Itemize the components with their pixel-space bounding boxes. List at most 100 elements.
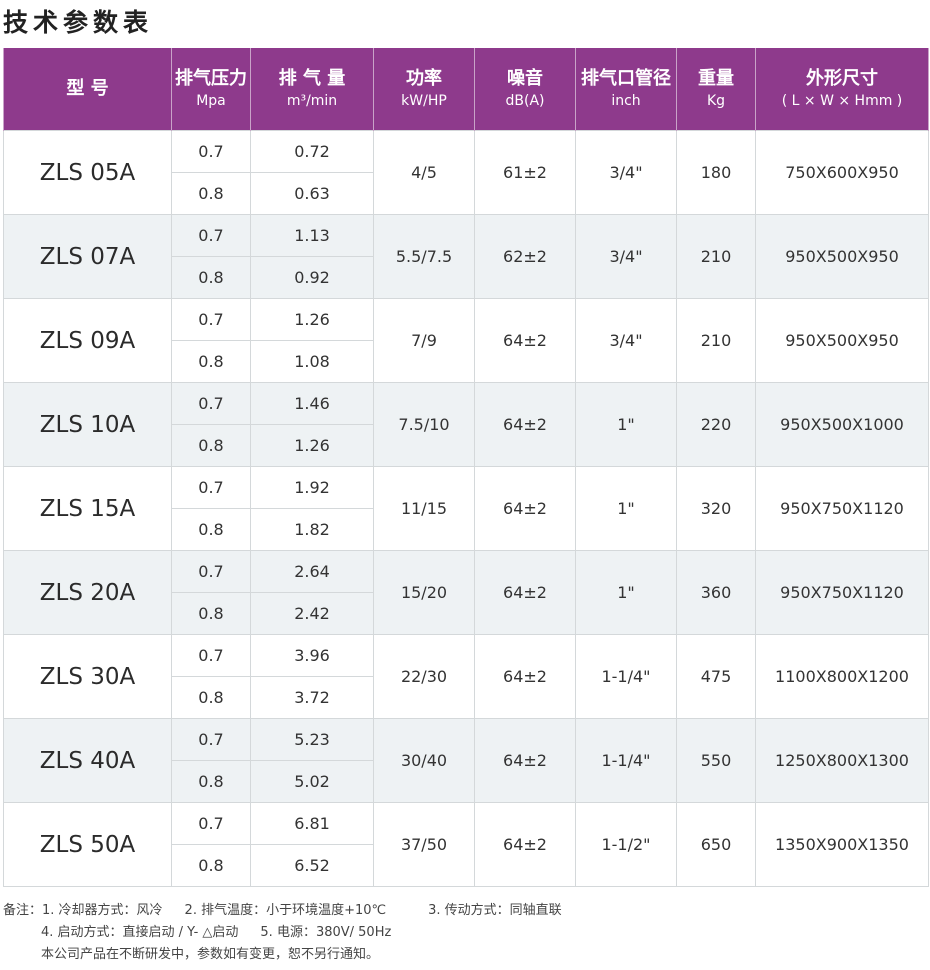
header-model: 型 号	[3, 48, 172, 131]
power-cell: 7.5/10	[373, 382, 475, 467]
model-cell: ZLS 40A	[3, 718, 172, 803]
air-flow-cell: 1.82	[250, 508, 374, 551]
model-cell: ZLS 30A	[3, 634, 172, 719]
table-row: ZLS 30A 0.7 3.96 22/30 64±2 1-1/4" 475 1100X800…	[3, 634, 929, 719]
power-cell: 7/9	[373, 298, 475, 383]
air-flow-cell: 6.81	[250, 802, 374, 845]
header-power: 功率 kW/HP	[373, 48, 475, 131]
outlet-pipe-cell: 1"	[575, 382, 677, 467]
air-flow-cell: 5.02	[250, 760, 374, 803]
header-outlet-pipe-unit: inch	[611, 93, 641, 109]
noise-cell: 61±2	[474, 130, 576, 215]
table-body: ZLS 05A 0.7 0.72 4/5 61±2 3/4" 180 750X600X950 0…	[3, 130, 929, 887]
outlet-pipe-cell: 1-1/2"	[575, 802, 677, 887]
model-cell: ZLS 10A	[3, 382, 172, 467]
air-flow-cell: 1.13	[250, 214, 374, 257]
model-cell: ZLS 05A	[3, 130, 172, 215]
air-flow-cell: 2.64	[250, 550, 374, 593]
header-pressure-label: 排气压力	[175, 68, 247, 89]
power-cell: 15/20	[373, 550, 475, 635]
header-outlet-pipe: 排气口管径 inch	[575, 48, 677, 131]
notes-disclaimer: 本公司产品在不断研发中，参数如有变更，恕不另行通知。	[41, 947, 380, 962]
dimensions-cell: 1250X800X1300	[755, 718, 929, 803]
power-cell: 4/5	[373, 130, 475, 215]
weight-cell: 650	[676, 802, 756, 887]
pressure-cell: 0.7	[171, 130, 251, 173]
header-pressure-unit: Mpa	[196, 93, 226, 109]
dimensions-cell: 950X500X1000	[755, 382, 929, 467]
power-cell: 37/50	[373, 802, 475, 887]
dimensions-cell: 1350X900X1350	[755, 802, 929, 887]
header-model-label: 型 号	[66, 78, 109, 99]
pressure-cell: 0.7	[171, 298, 251, 341]
weight-cell: 220	[676, 382, 756, 467]
air-flow-cell: 3.72	[250, 676, 374, 719]
pressure-cell: 0.8	[171, 340, 251, 383]
header-dimensions-label: 外形尺寸	[806, 68, 878, 89]
dimensions-cell: 950X750X1120	[755, 466, 929, 551]
note-power-supply: 5. 电源：380V/ 50Hz	[260, 925, 392, 940]
note-start-mode: 4. 启动方式：直接启动 / Y- △启动	[41, 925, 239, 940]
table-row: ZLS 05A 0.7 0.72 4/5 61±2 3/4" 180 750X600X950	[3, 130, 929, 215]
model-cell: ZLS 07A	[3, 214, 172, 299]
dimensions-cell: 950X500X950	[755, 298, 929, 383]
outlet-pipe-cell: 3/4"	[575, 214, 677, 299]
power-cell: 11/15	[373, 466, 475, 551]
pressure-cell: 0.7	[171, 382, 251, 425]
pressure-cell: 0.7	[171, 634, 251, 677]
header-power-unit: kW/HP	[401, 93, 447, 109]
header-noise-label: 噪音	[507, 68, 543, 89]
pressure-cell: 0.8	[171, 844, 251, 887]
dimensions-cell: 950X750X1120	[755, 550, 929, 635]
notes-line-2: 4. 启动方式：直接启动 / Y- △启动 5. 电源：380V/ 50Hz	[3, 922, 584, 944]
weight-cell: 360	[676, 550, 756, 635]
note-exhaust-temp: 2. 排气温度：小于环境温度+10℃	[184, 903, 387, 918]
header-weight-label: 重量	[698, 68, 734, 89]
air-flow-cell: 1.26	[250, 424, 374, 467]
note-drive: 3. 传动方式：同轴直联	[428, 903, 562, 918]
air-flow-cell: 1.92	[250, 466, 374, 509]
air-flow-cell: 1.46	[250, 382, 374, 425]
model-cell: ZLS 15A	[3, 466, 172, 551]
air-flow-cell: 3.96	[250, 634, 374, 677]
model-cell: ZLS 20A	[3, 550, 172, 635]
air-flow-cell: 2.42	[250, 592, 374, 635]
header-air-flow-unit: m³/min	[286, 93, 338, 109]
table-row: ZLS 15A 0.7 1.92 11/15 64±2 1" 320 950X750X1120	[3, 466, 929, 551]
spec-table: 型 号 排气压力 Mpa 排 气 量 m³/min 功率 kW/HP 噪音 dB(A) 排气口管径…	[3, 48, 929, 887]
table-row: ZLS 50A 0.7 6.81 37/50 64±2 1-1/2" 650 1350X900…	[3, 802, 929, 887]
model-cell: ZLS 09A	[3, 298, 172, 383]
dimensions-cell: 1100X800X1200	[755, 634, 929, 719]
pressure-cell: 0.8	[171, 676, 251, 719]
pressure-cell: 0.7	[171, 214, 251, 257]
outlet-pipe-cell: 1-1/4"	[575, 634, 677, 719]
header-dimensions-unit: ( L × W × Hmm )	[781, 93, 903, 109]
pressure-cell: 0.7	[171, 802, 251, 845]
table-row: ZLS 20A 0.7 2.64 15/20 64±2 1" 360 950X750X1120	[3, 550, 929, 635]
header-noise-unit: dB(A)	[505, 93, 545, 109]
air-flow-cell: 0.92	[250, 256, 374, 299]
power-cell: 22/30	[373, 634, 475, 719]
weight-cell: 180	[676, 130, 756, 215]
noise-cell: 64±2	[474, 550, 576, 635]
pressure-cell: 0.8	[171, 172, 251, 215]
noise-cell: 64±2	[474, 298, 576, 383]
air-flow-cell: 5.23	[250, 718, 374, 761]
outlet-pipe-cell: 1"	[575, 550, 677, 635]
pressure-cell: 0.8	[171, 508, 251, 551]
pressure-cell: 0.8	[171, 424, 251, 467]
pressure-cell: 0.7	[171, 466, 251, 509]
weight-cell: 475	[676, 634, 756, 719]
pressure-cell: 0.8	[171, 760, 251, 803]
table-row: ZLS 10A 0.7 1.46 7.5/10 64±2 1" 220 950X500X100…	[3, 382, 929, 467]
page-title: 技术参数表	[3, 8, 154, 37]
dimensions-cell: 950X500X950	[755, 214, 929, 299]
power-cell: 5.5/7.5	[373, 214, 475, 299]
header-pressure: 排气压力 Mpa	[171, 48, 251, 131]
outlet-pipe-cell: 3/4"	[575, 130, 677, 215]
noise-cell: 64±2	[474, 382, 576, 467]
header-row: 型 号 排气压力 Mpa 排 气 量 m³/min 功率 kW/HP 噪音 dB(A) 排气口管径…	[3, 48, 929, 131]
header-air-flow: 排 气 量 m³/min	[250, 48, 374, 131]
weight-cell: 320	[676, 466, 756, 551]
air-flow-cell: 1.08	[250, 340, 374, 383]
